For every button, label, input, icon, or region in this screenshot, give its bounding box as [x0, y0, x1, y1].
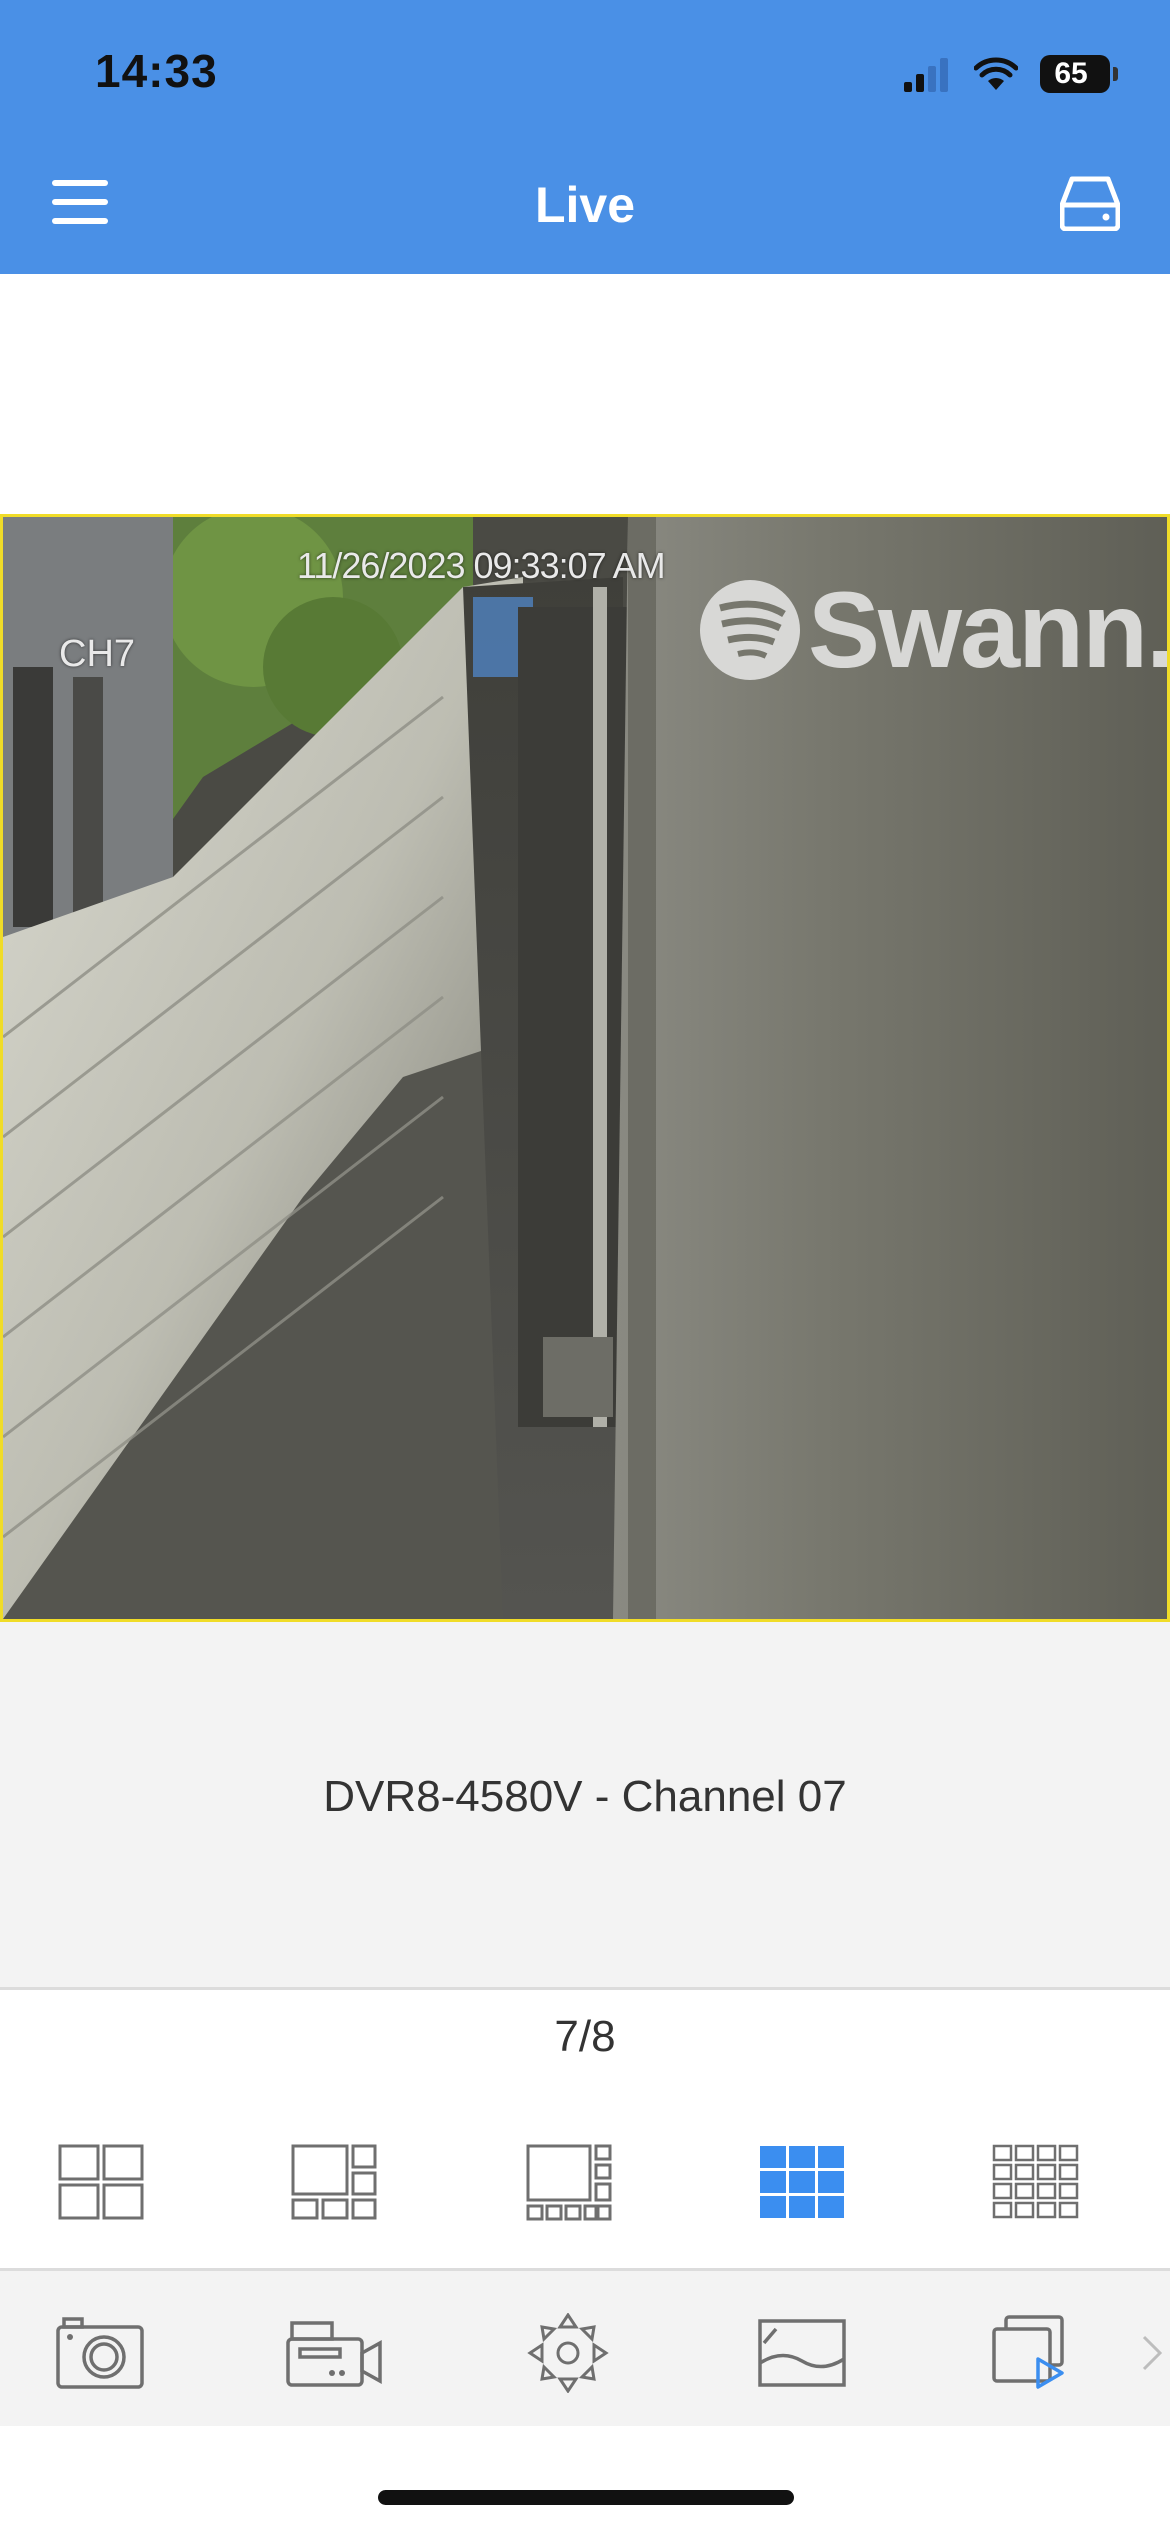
- layout-selector: [0, 2130, 1170, 2270]
- app-header: 14:33 65 Live: [0, 0, 1170, 274]
- channel-info-panel: DVR8-4580V - Channel 07: [0, 1622, 1170, 1990]
- storage-device-icon[interactable]: [1060, 175, 1120, 231]
- snapshot-icon[interactable]: [50, 2313, 150, 2393]
- video-area-blank: [0, 274, 1170, 514]
- channel-overlay: CH7: [59, 633, 136, 675]
- battery-level: 65: [1054, 57, 1088, 90]
- wifi-icon: [974, 57, 1018, 90]
- image-settings-icon[interactable]: [752, 2313, 852, 2393]
- chevron-right-icon[interactable]: [1140, 2333, 1164, 2373]
- page-title: Live: [534, 177, 636, 233]
- bottom-toolbar: [0, 2268, 1170, 2426]
- video-timestamp: 11/26/2023 09:33:07 AM: [297, 545, 666, 586]
- playback-icon[interactable]: [986, 2313, 1086, 2393]
- swann-logo-text: Swann.: [808, 569, 1170, 690]
- camera-live-feed[interactable]: 11/26/2023 09:33:07 AM CH7 Swann.: [0, 514, 1170, 1622]
- status-time: 14:33: [95, 45, 218, 97]
- ptz-control-icon[interactable]: [518, 2313, 618, 2393]
- layout-16-grid-icon[interactable]: [986, 2140, 1086, 2230]
- home-indicator: [378, 2490, 794, 2505]
- layout-4-grid-icon[interactable]: [52, 2140, 152, 2230]
- swann-logo-mark-icon: [700, 579, 800, 680]
- swann-logo: Swann.: [698, 567, 1170, 692]
- layout-6-split-icon[interactable]: [285, 2140, 385, 2230]
- status-icons: 65: [902, 50, 1118, 98]
- channel-pager: 7/8: [554, 2012, 616, 2061]
- layout-8-split-icon[interactable]: [520, 2140, 620, 2230]
- record-icon[interactable]: [284, 2313, 384, 2393]
- battery-icon: 65: [1040, 55, 1118, 93]
- layout-9-grid-icon[interactable]: [752, 2140, 852, 2230]
- channel-name: DVR8-4580V - Channel 07: [323, 1772, 847, 1821]
- cellular-signal-icon: [904, 58, 948, 92]
